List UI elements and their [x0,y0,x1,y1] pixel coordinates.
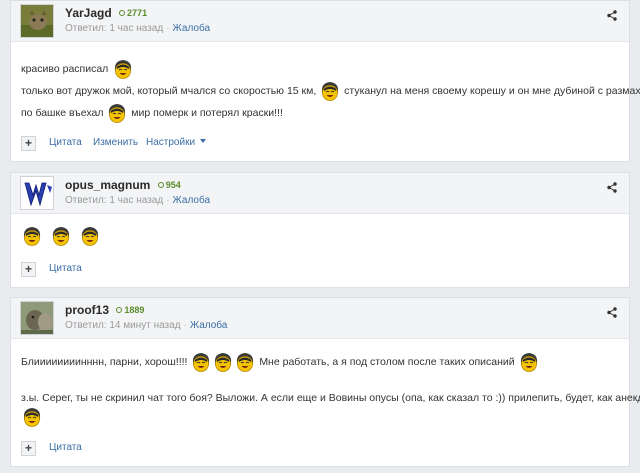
laughing-smiley-icon [518,351,540,373]
post-header: YarJagd 2771 Ответил: 1 час назад · Жалоба [11,1,629,42]
plus-icon[interactable]: + [21,441,36,456]
post-meta: Ответил: 1 час назад · Жалоба [65,23,211,34]
laughing-smiley-icon [79,225,101,247]
share-icon[interactable] [607,10,617,21]
post-meta: Ответил: 1 час назад · Жалоба [65,195,211,206]
username[interactable]: opus_magnum 954 [65,178,181,192]
post-actions: + Цитата [21,441,221,457]
share-icon[interactable] [607,307,617,318]
reputation-badge: 1889 [116,305,144,315]
text-segment: Блиииииииинннн, парни, хорош!!!! [21,355,188,368]
settings-dropdown[interactable]: Настройки [146,137,207,148]
username[interactable]: YarJagd 2771 [65,6,147,20]
plus-icon[interactable]: + [21,136,36,151]
reputation-icon [116,307,123,313]
post-time: Ответил: 14 минут назад [65,320,181,331]
laughing-smiley-icon [106,102,128,124]
laughing-smiley-icon [112,58,134,80]
post-time: Ответил: 1 час назад [65,195,164,206]
post-meta: Ответил: 14 минут назад · Жалоба [65,320,228,331]
post-actions: + Цитата Изменить Настройки [21,136,321,152]
avatar[interactable] [20,301,54,335]
text-segment: стуканул на меня своему корешу и он мне … [344,84,640,97]
report-link[interactable]: Жалоба [173,23,210,34]
laughing-smiley-icon [21,225,43,247]
plus-icon[interactable]: + [21,262,36,277]
quote-button[interactable]: Цитата [49,263,82,274]
text-segment: красиво расписал [21,62,109,75]
post-smiley-row [21,225,101,247]
edit-button[interactable]: Изменить [93,137,138,148]
username-text[interactable]: proof13 [65,303,109,317]
laughing-smiley-icon [234,351,256,373]
post-text-line: только вот дружок мой, который мчался со… [21,80,640,102]
laughing-smiley-icon [21,406,43,428]
post-text-line: по башке въехал мир померк и потерял кра… [21,102,283,124]
chevron-down-icon[interactable] [200,139,207,143]
post: YarJagd 2771 Ответил: 1 час назад · Жалоба… [10,0,640,162]
username[interactable]: proof13 1889 [65,303,144,317]
laughing-smiley-icon [212,351,234,373]
laughing-smiley-icon [190,351,212,373]
username-text[interactable]: YarJagd [65,6,112,20]
post-smiley-row [21,406,43,428]
username-text[interactable]: opus_magnum [65,178,150,192]
post-header: proof13 1889 Ответил: 14 минут назад · Жал… [11,298,629,339]
post: opus_magnum 954 Ответил: 1 час назад · Жал… [10,172,630,288]
post-header: opus_magnum 954 Ответил: 1 час назад · Жал… [11,173,629,214]
text-segment: по башке въехал [21,106,104,119]
post: proof13 1889 Ответил: 14 минут назад · Жал… [10,297,640,467]
reputation-badge: 954 [157,180,181,190]
report-link[interactable]: Жалоба [190,320,227,331]
reputation-value: 954 [165,180,181,190]
text-segment: з.ы. Серег, ты не скринил чат того боя? … [21,392,640,404]
quote-button[interactable]: Цитата [49,442,82,453]
laughing-smiley-icon [319,80,341,102]
post-actions: + Цитата [21,262,221,278]
quote-button[interactable]: Цитата [49,137,82,148]
reputation-icon [119,10,126,16]
text-segment: мир померк и потерял краски!!! [131,106,283,119]
text-segment: Мне работать, а я под столом после таких… [259,355,515,368]
reputation-badge: 2771 [119,8,147,18]
reputation-value: 1889 [124,305,145,315]
avatar[interactable] [20,4,54,38]
post-text-line: красиво расписал [21,58,134,80]
text-segment: только вот дружок мой, который мчался со… [21,84,317,97]
settings-label[interactable]: Настройки [146,137,195,148]
laughing-smiley-icon [50,225,72,247]
post-text-line: з.ы. Серег, ты не скринил чат того боя? … [21,392,640,404]
avatar[interactable] [20,176,54,210]
reputation-value: 2771 [127,8,148,18]
reputation-icon [157,182,164,188]
report-link[interactable]: Жалоба [173,195,210,206]
post-text-line: Блиииииииинннн, парни, хорош!!!! Мне раб… [21,351,540,373]
share-icon[interactable] [607,182,617,193]
post-time: Ответил: 1 час назад [65,23,164,34]
